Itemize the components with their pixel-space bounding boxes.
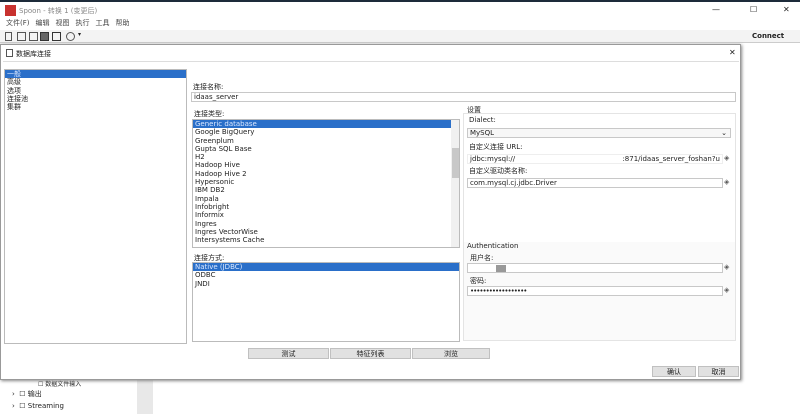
menu-tools[interactable]: 工具: [96, 19, 110, 27]
connection-type-item[interactable]: Hadoop Hive: [193, 161, 451, 169]
menu-view[interactable]: 视图: [56, 19, 70, 27]
connection-type-item[interactable]: Gupta SQL Base: [193, 145, 451, 153]
variable-icon[interactable]: ◈: [724, 263, 729, 271]
connection-type-item[interactable]: Google BigQuery: [193, 128, 451, 136]
variable-icon[interactable]: ◈: [724, 286, 729, 294]
connection-type-label: 连接类型:: [194, 110, 225, 118]
menu-bar: 文件(F) 编辑 视图 执行 工具 帮助: [0, 18, 800, 30]
title-bar: Spoon - 转换 1 (变更后) — ☐ ✕: [0, 0, 800, 18]
connection-type-item[interactable]: Impala: [193, 195, 451, 203]
chevron-down-icon: ⌄: [721, 129, 727, 137]
connection-type-item[interactable]: Informix: [193, 211, 451, 219]
settings-panel: Dialect: MySQL ⌄ 自定义连接 URL: jdbc:mysql://…: [463, 113, 736, 341]
redacted-block: [496, 265, 506, 272]
access-jndi[interactable]: JNDI: [193, 280, 459, 288]
category-general[interactable]: 一般: [5, 70, 186, 79]
category-pooling[interactable]: 连接池: [5, 95, 186, 103]
tree-divider: [137, 380, 153, 414]
tree-item-label: Streaming: [27, 402, 64, 410]
access-type-list: Native (JDBC) ODBC JNDI: [192, 262, 460, 342]
menu-edit[interactable]: 编辑: [36, 19, 50, 27]
maximize-button[interactable]: ☐: [750, 5, 757, 14]
dialog-title: 数据库连接: [16, 50, 51, 58]
window-title: Spoon - 转换 1 (变更后): [19, 7, 98, 15]
access-native-jdbc[interactable]: Native (JDBC): [193, 263, 459, 272]
connect-button[interactable]: Connect: [752, 32, 784, 40]
scrollbar[interactable]: [451, 120, 459, 247]
connection-type-item[interactable]: Ingres VectorWise: [193, 228, 451, 236]
connection-type-list: Generic database Google BigQuery Greenplum…: [192, 119, 460, 248]
explore-button[interactable]: 浏览: [412, 348, 490, 359]
minimize-button[interactable]: —: [712, 5, 720, 14]
database-connection-dialog: 数据库连接 ✕ 一般 高级 选项 连接池 集群 连接名称: idaas_serv…: [0, 44, 741, 380]
tree-item[interactable]: › ☐ 输出: [12, 389, 42, 399]
close-window-button[interactable]: ✕: [783, 5, 790, 14]
database-icon: [6, 49, 13, 57]
connection-type-item[interactable]: Ingres: [193, 220, 451, 228]
custom-driver-label: 自定义驱动类名称:: [469, 167, 528, 175]
connection-type-item[interactable]: Generic database: [193, 120, 451, 129]
connection-type-item[interactable]: Greenplum: [193, 137, 451, 145]
divider: [3, 61, 739, 62]
category-advanced[interactable]: 高级: [5, 78, 186, 86]
save-as-icon[interactable]: [52, 32, 61, 41]
save-icon[interactable]: [40, 32, 49, 41]
category-clustering[interactable]: 集群: [5, 103, 186, 111]
dropdown-arrow-icon[interactable]: ▾: [78, 31, 81, 38]
ok-button[interactable]: 确认: [652, 366, 696, 377]
category-list: 一般 高级 选项 连接池 集群: [4, 69, 187, 344]
password-input[interactable]: ••••••••••••••••••: [467, 286, 723, 296]
authentication-label: Authentication: [467, 242, 519, 250]
username-label: 用户名:: [470, 254, 494, 262]
custom-url-input[interactable]: jdbc:mysql:// :871/idaas_server_foshan?u: [467, 154, 723, 164]
tree-item[interactable]: ☐ 数据文件输入: [38, 379, 81, 388]
username-input[interactable]: [467, 263, 723, 273]
variable-icon[interactable]: ◈: [724, 154, 729, 162]
scrollbar-thumb[interactable]: [452, 148, 459, 178]
tree-item[interactable]: › ☐ Streaming: [12, 402, 64, 410]
explore-icon[interactable]: [29, 32, 38, 41]
app-logo-icon: [5, 5, 16, 16]
dialect-label: Dialect:: [469, 116, 496, 124]
url-start: jdbc:mysql://: [470, 155, 516, 163]
layers-icon[interactable]: [66, 32, 75, 41]
tree-item-label: 数据文件输入: [45, 381, 82, 388]
url-end: :871/idaas_server_foshan?u: [622, 155, 720, 163]
menu-file[interactable]: 文件(F): [6, 19, 30, 27]
connection-name-input[interactable]: idaas_server: [191, 92, 736, 102]
access-odbc[interactable]: ODBC: [193, 271, 459, 279]
canvas-area: [740, 43, 800, 414]
test-button[interactable]: 测试: [248, 348, 329, 359]
dialect-value: MySQL: [470, 129, 495, 137]
toolbar: ▾ Connect: [0, 30, 800, 43]
custom-url-label: 自定义连接 URL:: [469, 143, 523, 151]
variable-icon[interactable]: ◈: [724, 178, 729, 186]
design-tree: ☐ 数据文件输入 › ☐ 输出 › ☐ Streaming: [0, 380, 800, 414]
connection-type-item[interactable]: Infobright: [193, 203, 451, 211]
menu-run[interactable]: 执行: [76, 19, 90, 27]
connection-type-item[interactable]: Hadoop Hive 2: [193, 170, 451, 178]
cancel-button[interactable]: 取消: [698, 366, 739, 377]
dialog-close-button[interactable]: ✕: [729, 48, 736, 57]
tree-item-label: 输出: [27, 390, 42, 398]
connection-name-label: 连接名称:: [193, 83, 224, 91]
new-file-icon[interactable]: [5, 32, 12, 41]
dialect-select[interactable]: MySQL ⌄: [467, 128, 731, 138]
open-file-icon[interactable]: [17, 32, 26, 41]
connection-type-item[interactable]: H2: [193, 153, 451, 161]
connection-type-item[interactable]: Hypersonic: [193, 178, 451, 186]
menu-help[interactable]: 帮助: [116, 19, 130, 27]
feature-list-button[interactable]: 特征列表: [330, 348, 411, 359]
category-options[interactable]: 选项: [5, 87, 186, 95]
connection-type-item[interactable]: IBM DB2: [193, 186, 451, 194]
password-label: 密码:: [470, 277, 487, 285]
custom-driver-input[interactable]: com.mysql.cj.jdbc.Driver: [467, 178, 723, 188]
connection-type-item[interactable]: Intersystems Cache: [193, 236, 451, 244]
